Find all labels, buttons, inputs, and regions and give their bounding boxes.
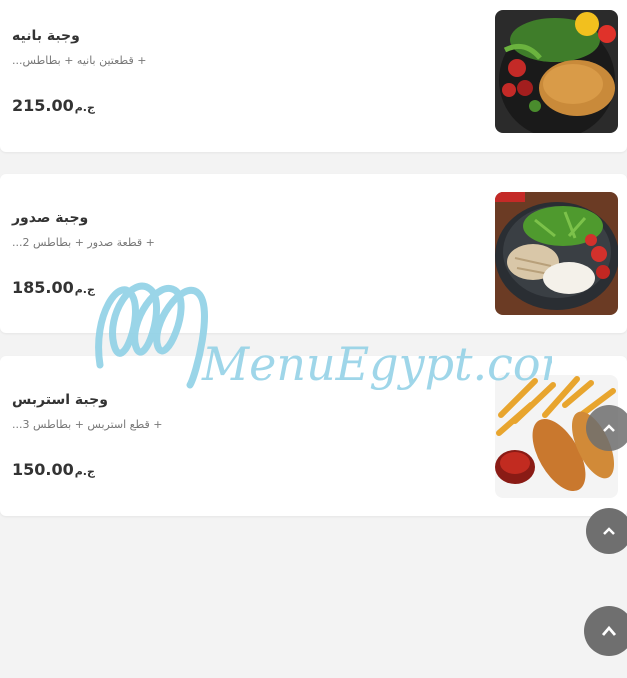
- currency-label: ج.م: [74, 283, 95, 296]
- currency-label: ج.م: [74, 465, 95, 478]
- menu-item-price: 215.00ج.م: [12, 96, 95, 115]
- menu-item-description: + قطعة صدور + بطاطس 2...: [12, 236, 155, 249]
- menu-item-title: وجبة بانيه: [12, 28, 80, 44]
- menu-item-description: + قطعتين بانيه + بطاطس...: [12, 54, 147, 67]
- menu-item-price: 185.00ج.م: [12, 278, 95, 297]
- chevron-up-icon: [603, 424, 615, 432]
- menu-item-card[interactable]: وجبة استربس + قطع استربس + بطاطس 3... 15…: [0, 356, 627, 516]
- menu-item-title: وجبة استربس: [12, 392, 108, 408]
- chevron-up-icon: [601, 625, 617, 636]
- grilled-chicken-rice-bowl-image[interactable]: [495, 192, 618, 315]
- menu-item-card[interactable]: وجبة بانيه + قطعتين بانيه + بطاطس... 215…: [0, 0, 627, 152]
- chevron-up-icon: [603, 527, 615, 535]
- price-value: 185.00: [12, 278, 74, 297]
- scroll-top-button[interactable]: [584, 606, 627, 656]
- menu-item-price: 150.00ج.م: [12, 460, 95, 479]
- menu-item-description: + قطع استربس + بطاطس 3...: [12, 418, 163, 431]
- menu-item-card[interactable]: وجبة صدور + قطعة صدور + بطاطس 2... 185.0…: [0, 174, 627, 333]
- price-value: 150.00: [12, 460, 74, 479]
- scroll-top-button[interactable]: [586, 405, 627, 451]
- price-value: 215.00: [12, 96, 74, 115]
- chicken-panne-plate-image[interactable]: [495, 10, 618, 133]
- currency-label: ج.م: [74, 101, 95, 114]
- menu-item-title: وجبة صدور: [12, 210, 89, 226]
- scroll-top-button[interactable]: [586, 508, 627, 554]
